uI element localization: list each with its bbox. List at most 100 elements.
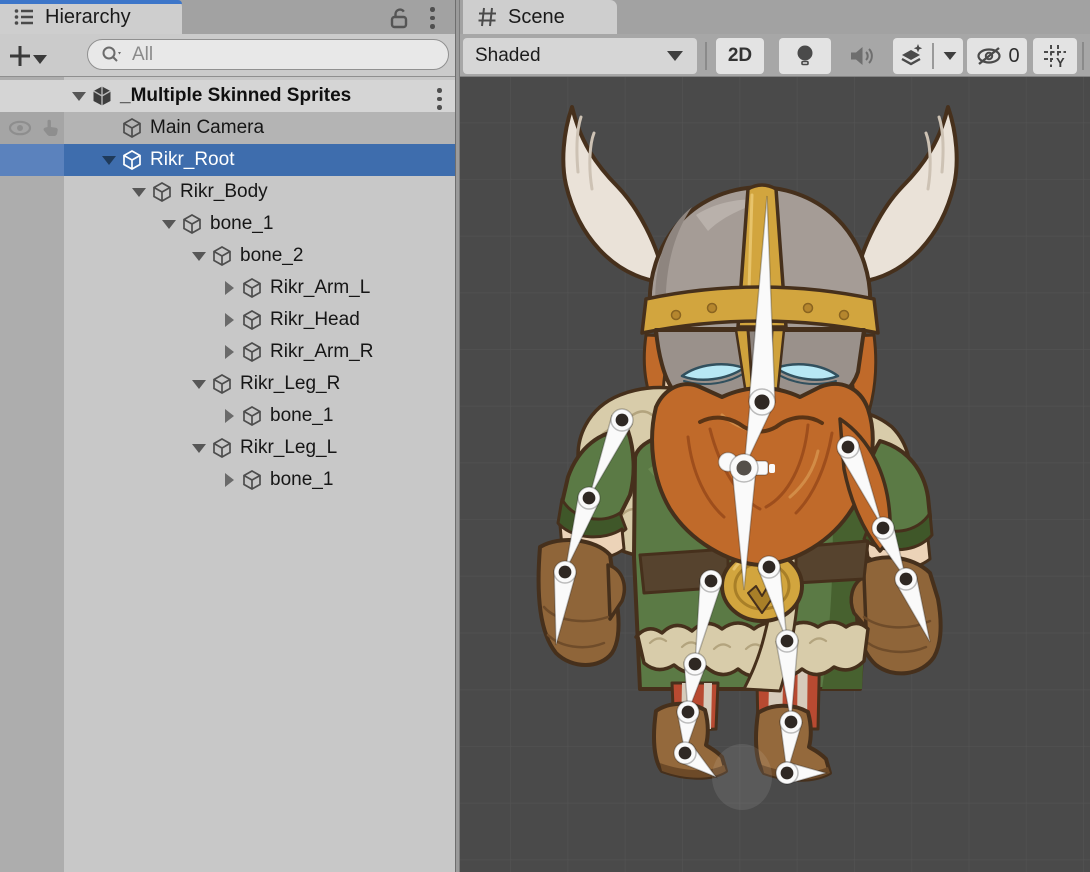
mitten-left xyxy=(539,540,625,665)
bone-joint[interactable] xyxy=(682,706,695,719)
2d-label: 2D xyxy=(728,45,752,67)
bone-joint[interactable] xyxy=(705,575,718,588)
bone-joint[interactable] xyxy=(616,414,629,427)
triangle-closed-icon xyxy=(225,409,234,423)
2d-toggle-button[interactable]: 2D xyxy=(716,38,764,74)
active-tab-indicator xyxy=(0,0,182,4)
hierarchy-row-bone-2[interactable]: bone_2 xyxy=(0,240,455,272)
scene-name: _Multiple Skinned Sprites xyxy=(120,85,351,107)
triangle-open-icon xyxy=(192,444,206,453)
foldout-closed[interactable] xyxy=(220,471,238,489)
grid-settings-button[interactable]: Y xyxy=(1033,38,1077,74)
lock-icon[interactable] xyxy=(386,5,414,31)
triangle-closed-icon xyxy=(225,473,234,487)
row-gutter xyxy=(0,336,64,368)
row-label: Rikr_Arm_L xyxy=(270,277,370,299)
cube-icon xyxy=(150,180,174,204)
hierarchy-rows: Main Camera Rikr_Root Rikr_Body bone_1 b… xyxy=(0,112,455,496)
hierarchy-row-main-camera[interactable]: Main Camera xyxy=(0,112,455,144)
foldout-open[interactable] xyxy=(190,375,208,393)
foldout-open[interactable] xyxy=(190,247,208,265)
bone-joint[interactable] xyxy=(754,394,769,409)
row-gutter xyxy=(0,144,64,176)
triangle-closed-icon xyxy=(225,281,234,295)
bone-joint[interactable] xyxy=(679,747,692,760)
row-label: bone_1 xyxy=(270,405,333,427)
scene-viewport[interactable] xyxy=(460,77,1090,872)
foldout-closed[interactable] xyxy=(220,343,238,361)
bone-joint[interactable] xyxy=(877,522,890,535)
triangle-open-icon xyxy=(162,220,176,229)
scene-lighting-button[interactable] xyxy=(779,38,831,74)
foldout-open[interactable] xyxy=(130,183,148,201)
root-satellite-nub xyxy=(769,464,775,473)
hierarchy-row-rikr-leg-l[interactable]: Rikr_Leg_L xyxy=(0,432,455,464)
unity-scene-icon xyxy=(90,84,114,108)
character-shadow xyxy=(712,744,772,810)
row-label: Rikr_Arm_R xyxy=(270,341,373,363)
hierarchy-row-rikr-body[interactable]: Rikr_Body xyxy=(0,176,455,208)
hierarchy-row-rikr-root[interactable]: Rikr_Root xyxy=(0,144,455,176)
tab-hierarchy[interactable]: Hierarchy xyxy=(0,0,182,34)
foldout-none xyxy=(100,119,118,137)
search-input[interactable]: All xyxy=(87,39,449,70)
caret-down-icon xyxy=(667,51,683,61)
effects-dropdown-caret-icon[interactable] xyxy=(943,52,956,60)
draw-mode-dropdown[interactable]: Shaded xyxy=(463,38,697,74)
foldout-open[interactable] xyxy=(190,439,208,457)
toolbar-separator xyxy=(705,42,707,70)
cube-icon xyxy=(120,148,144,172)
hierarchy-row-bone-1[interactable]: bone_1 xyxy=(0,464,455,496)
bone-joint[interactable] xyxy=(763,561,776,574)
hierarchy-row-rikr-head[interactable]: Rikr_Head xyxy=(0,304,455,336)
cube-icon xyxy=(120,116,144,140)
scene-row-kebab-icon[interactable] xyxy=(437,88,442,110)
scene-header-row[interactable]: _Multiple Skinned Sprites xyxy=(0,80,455,112)
effects-separator xyxy=(932,43,934,69)
effects-icon[interactable] xyxy=(898,42,926,70)
foldout-open[interactable] xyxy=(100,151,118,169)
triangle-open-icon xyxy=(192,252,206,261)
effects-button-group xyxy=(893,38,963,74)
bone-joint[interactable] xyxy=(781,767,794,780)
hierarchy-row-rikr-arm-r[interactable]: Rikr_Arm_R xyxy=(0,336,455,368)
foldout-closed[interactable] xyxy=(220,311,238,329)
hierarchy-row-rikr-leg-r[interactable]: Rikr_Leg_R xyxy=(0,368,455,400)
hierarchy-menu-kebab-icon[interactable] xyxy=(430,7,435,29)
speaker-icon xyxy=(847,43,875,69)
hierarchy-row-bone-1[interactable]: bone_1 xyxy=(0,400,455,432)
bone-joint[interactable] xyxy=(689,658,702,671)
add-object-button[interactable] xyxy=(7,43,33,69)
grid-axis-y-icon: Y xyxy=(1041,42,1069,70)
root-joint[interactable] xyxy=(737,461,752,476)
bone-joint[interactable] xyxy=(900,573,913,586)
audio-toggle-button[interactable] xyxy=(836,38,886,74)
bone-joint[interactable] xyxy=(785,716,798,729)
cube-icon xyxy=(240,404,264,428)
pick-hand-icon[interactable] xyxy=(38,116,62,140)
hierarchy-row-bone-1[interactable]: bone_1 xyxy=(0,208,455,240)
triangle-open-icon xyxy=(102,156,116,165)
foldout-closed[interactable] xyxy=(220,279,238,297)
cube-icon xyxy=(240,468,264,492)
bone-joint[interactable] xyxy=(559,566,572,579)
foldout-closed[interactable] xyxy=(220,407,238,425)
scene-panel: Scene Shaded 2D xyxy=(460,0,1090,872)
add-object-dropdown-caret-icon[interactable] xyxy=(33,55,47,64)
hierarchy-row-rikr-arm-l[interactable]: Rikr_Arm_L xyxy=(0,272,455,304)
hidden-objects-button[interactable]: 0 xyxy=(967,38,1027,74)
bone-joint[interactable] xyxy=(781,635,794,648)
grid-icon xyxy=(475,5,499,29)
eye-icon[interactable] xyxy=(7,117,33,139)
cube-icon xyxy=(210,436,234,460)
scene-foldout[interactable] xyxy=(70,87,88,105)
scene-toolbar: Shaded 2D xyxy=(460,34,1090,77)
tab-scene[interactable]: Scene xyxy=(463,0,617,34)
bone-joint[interactable] xyxy=(842,441,855,454)
bone-joint[interactable] xyxy=(583,492,596,505)
row-gutter xyxy=(0,368,64,400)
magnifier-icon[interactable] xyxy=(100,44,124,66)
svg-text:Y: Y xyxy=(1056,55,1065,70)
row-gutter xyxy=(0,304,64,336)
foldout-open[interactable] xyxy=(160,215,178,233)
